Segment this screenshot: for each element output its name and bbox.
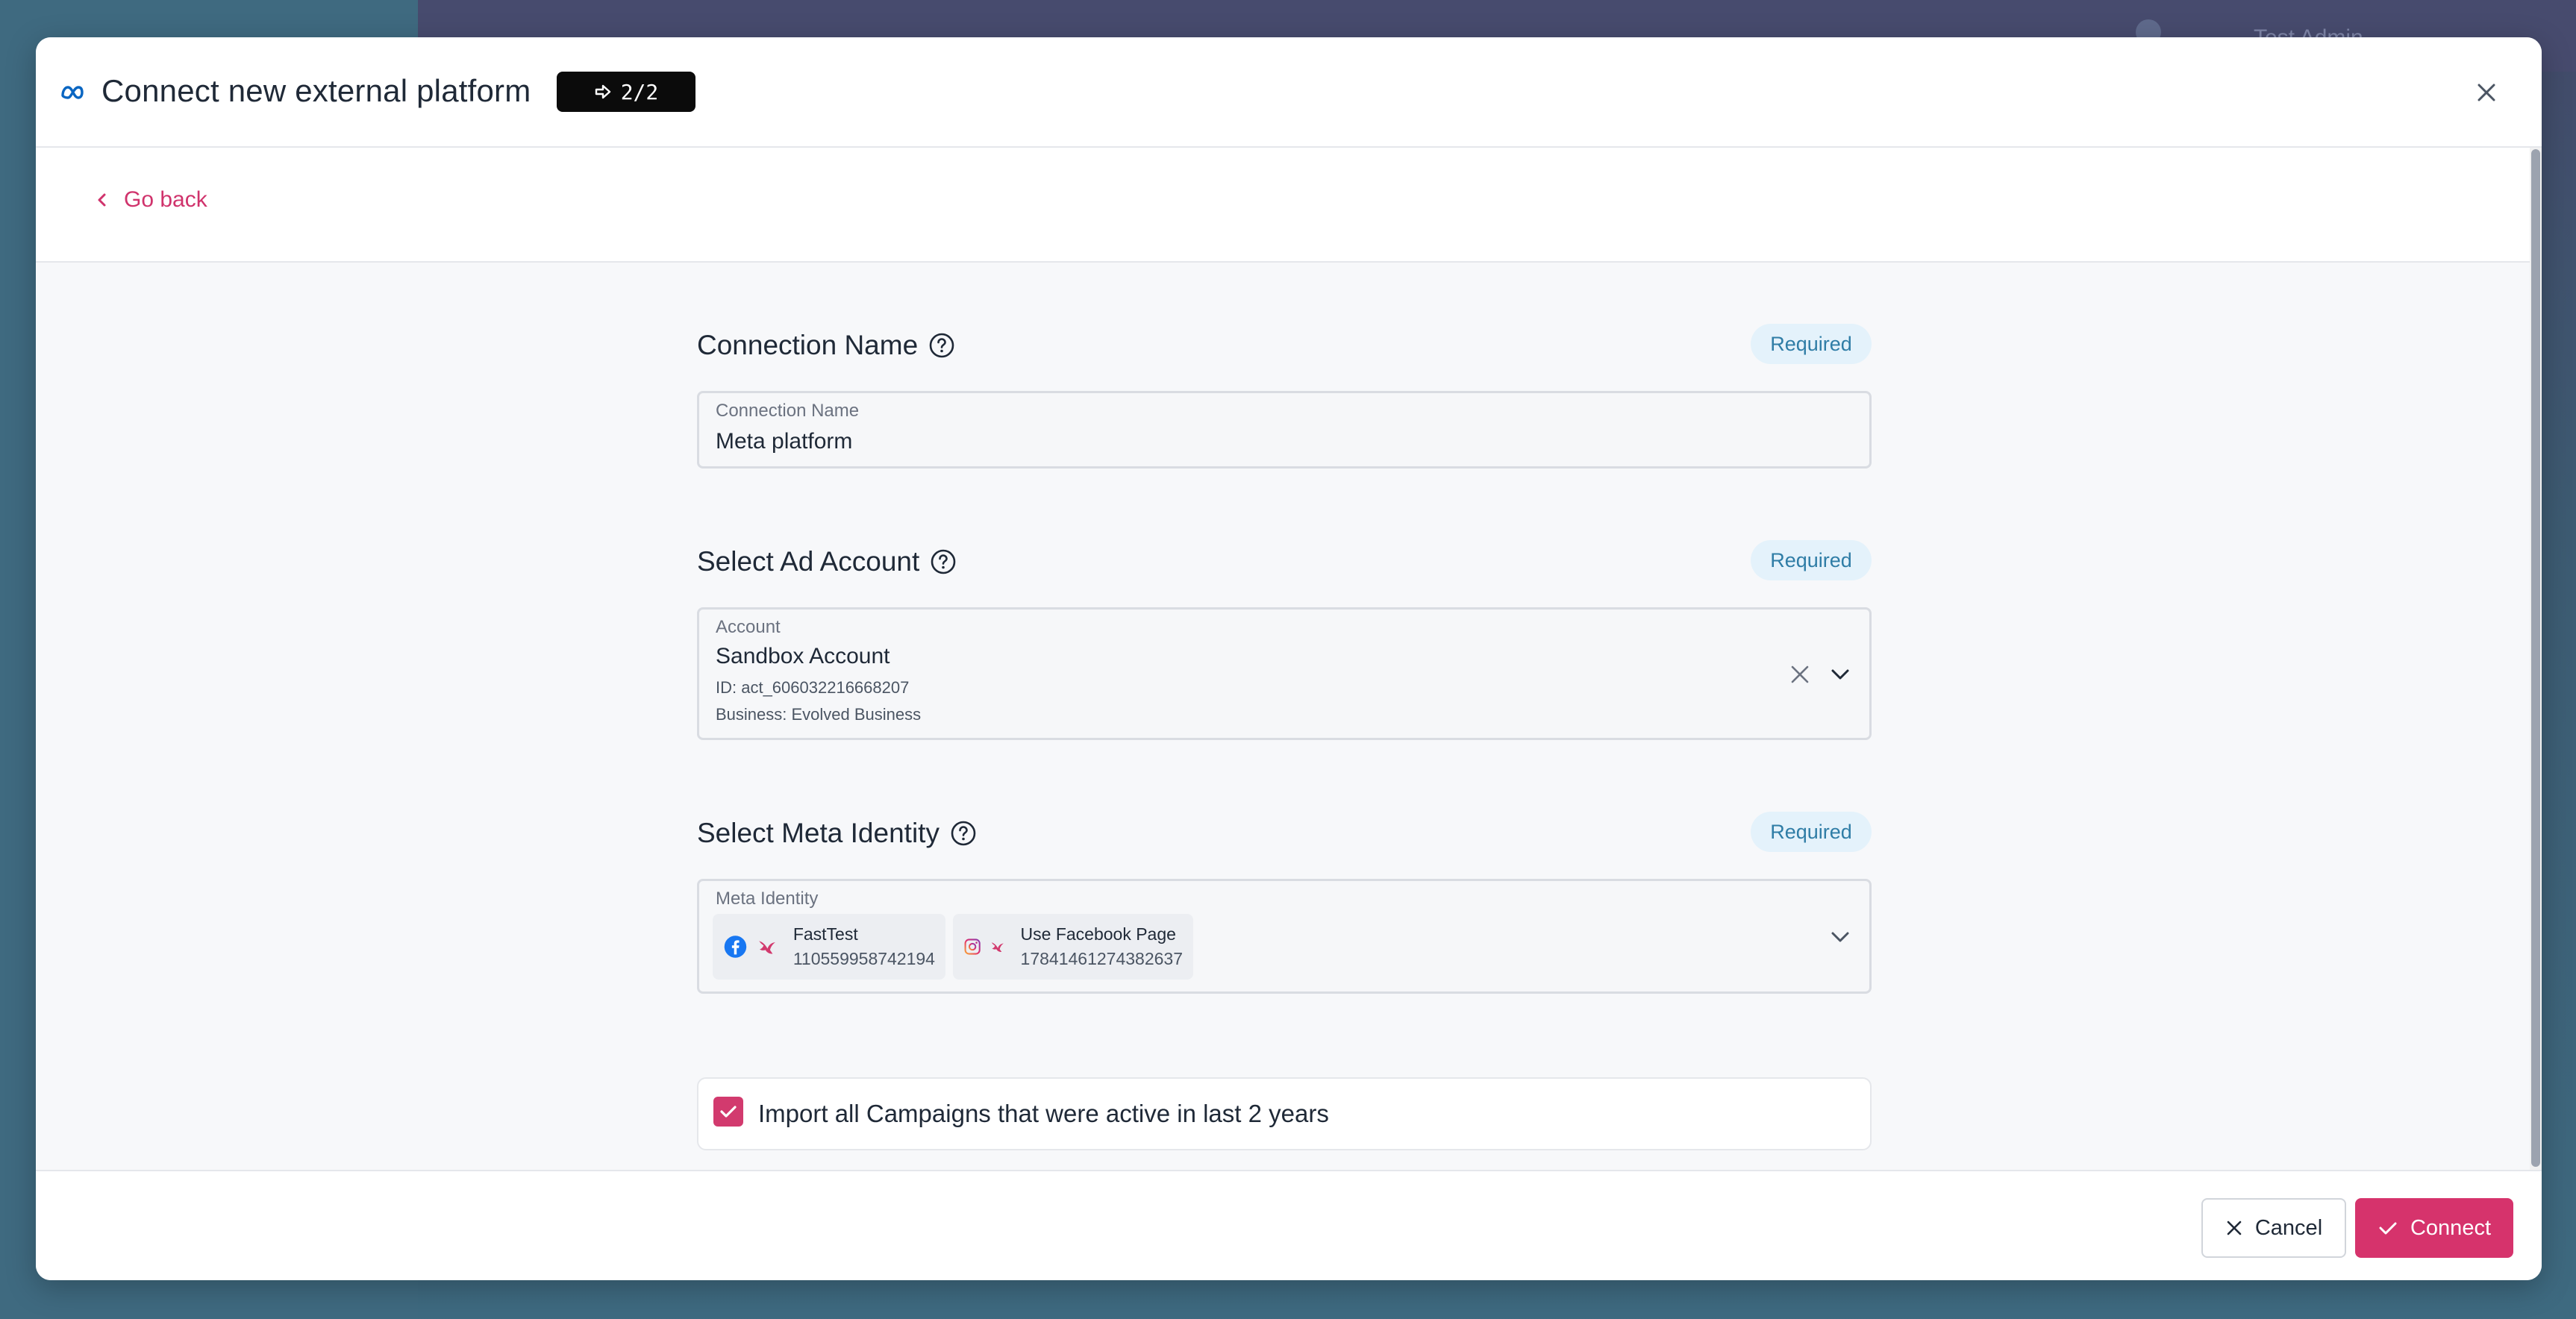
clear-selection-icon[interactable] bbox=[1787, 662, 1813, 687]
connection-name-heading: Connection Name bbox=[697, 330, 955, 361]
cancel-button-label: Cancel bbox=[2254, 1215, 2323, 1240]
close-icon bbox=[2227, 1221, 2242, 1235]
meta-identity-field-label: Meta Identity bbox=[716, 889, 819, 909]
go-back-label: Go back bbox=[124, 187, 207, 212]
ad-account-heading-text: Select Ad Account bbox=[697, 546, 920, 577]
help-icon[interactable] bbox=[928, 332, 955, 359]
import-campaigns-checkbox[interactable] bbox=[713, 1097, 743, 1127]
identity-chip-text: Use Facebook Page 17841461274382637 bbox=[1021, 924, 1183, 969]
identity-chip-name: Use Facebook Page bbox=[1020, 924, 1176, 944]
go-back-link[interactable]: Go back bbox=[94, 185, 207, 215]
ad-account-heading: Select Ad Account bbox=[697, 546, 957, 577]
bird-logo-icon bbox=[992, 942, 1004, 953]
modal-title: Connect new external platform bbox=[101, 73, 531, 108]
help-icon[interactable] bbox=[950, 820, 977, 847]
instagram-icon bbox=[964, 939, 981, 955]
chevron-left-icon bbox=[98, 193, 106, 207]
chevron-down-icon[interactable] bbox=[1828, 662, 1853, 687]
help-icon[interactable] bbox=[930, 548, 957, 575]
chevron-down-icon[interactable] bbox=[1828, 924, 1853, 950]
connection-name-heading-text: Connection Name bbox=[697, 330, 919, 360]
required-badge: Required bbox=[1751, 812, 1872, 852]
form-content: Connection Name Required Connection Name… bbox=[36, 263, 2530, 1170]
required-badge: Required bbox=[1751, 324, 1872, 364]
connect-button[interactable]: Connect bbox=[2355, 1198, 2513, 1258]
identity-chip-id: 17841461274382637 bbox=[1020, 949, 1183, 968]
import-campaigns-option: Import all Campaigns that were active in… bbox=[697, 1077, 1872, 1150]
connection-name-field-label: Connection Name bbox=[716, 401, 860, 421]
step-badge: 2/2 bbox=[557, 72, 695, 112]
identity-chip-id: 110559958742194 bbox=[793, 949, 935, 968]
cancel-button[interactable]: Cancel bbox=[2201, 1198, 2346, 1258]
meta-identity-select[interactable]: Meta Identity FastTest 110559958742194 U… bbox=[697, 879, 1872, 994]
meta-identity-heading: Select Meta Identity bbox=[697, 818, 977, 849]
identity-chip-text: FastTest 110559958742194 bbox=[793, 924, 935, 969]
ad-account-name: Sandbox Account bbox=[716, 644, 890, 668]
connection-name-value[interactable]: Meta platform bbox=[716, 429, 852, 454]
facebook-icon bbox=[724, 936, 747, 958]
connect-button-label: Connect bbox=[2410, 1215, 2491, 1240]
close-button[interactable] bbox=[2470, 76, 2503, 109]
back-bar: Go back bbox=[36, 148, 2530, 263]
ad-account-select[interactable]: Account Sandbox Account ID: act_60603221… bbox=[697, 607, 1872, 740]
identity-chip-name: FastTest bbox=[793, 924, 858, 944]
scrollbar-thumb[interactable] bbox=[2531, 149, 2540, 1167]
close-icon bbox=[2477, 84, 2495, 101]
required-badge: Required bbox=[1751, 540, 1872, 580]
modal-footer: Cancel Connect bbox=[36, 1170, 2542, 1280]
modal-header: Connect new external platform 2/2 bbox=[36, 37, 2542, 148]
connection-name-input[interactable]: Connection Name Meta platform bbox=[697, 391, 1872, 469]
arrow-right-icon bbox=[595, 84, 610, 99]
bird-logo-icon bbox=[759, 941, 775, 954]
checkmark-icon bbox=[2379, 1222, 2397, 1235]
ad-account-id: ID: act_606032216668207 bbox=[716, 678, 910, 697]
meta-identity-heading-text: Select Meta Identity bbox=[697, 818, 940, 848]
step-badge-label: 2/2 bbox=[620, 79, 659, 104]
connect-platform-modal: Connect new external platform 2/2 Go bac… bbox=[36, 37, 2542, 1280]
meta-logo-icon bbox=[61, 86, 84, 99]
checkmark-icon bbox=[720, 1106, 737, 1118]
identity-chip[interactable]: Use Facebook Page 17841461274382637 bbox=[953, 914, 1193, 980]
import-campaigns-label[interactable]: Import all Campaigns that were active in… bbox=[758, 1100, 1329, 1128]
identity-chip[interactable]: FastTest 110559958742194 bbox=[713, 914, 945, 980]
ad-account-business: Business: Evolved Business bbox=[716, 705, 922, 724]
ad-account-field-label: Account bbox=[716, 617, 781, 637]
